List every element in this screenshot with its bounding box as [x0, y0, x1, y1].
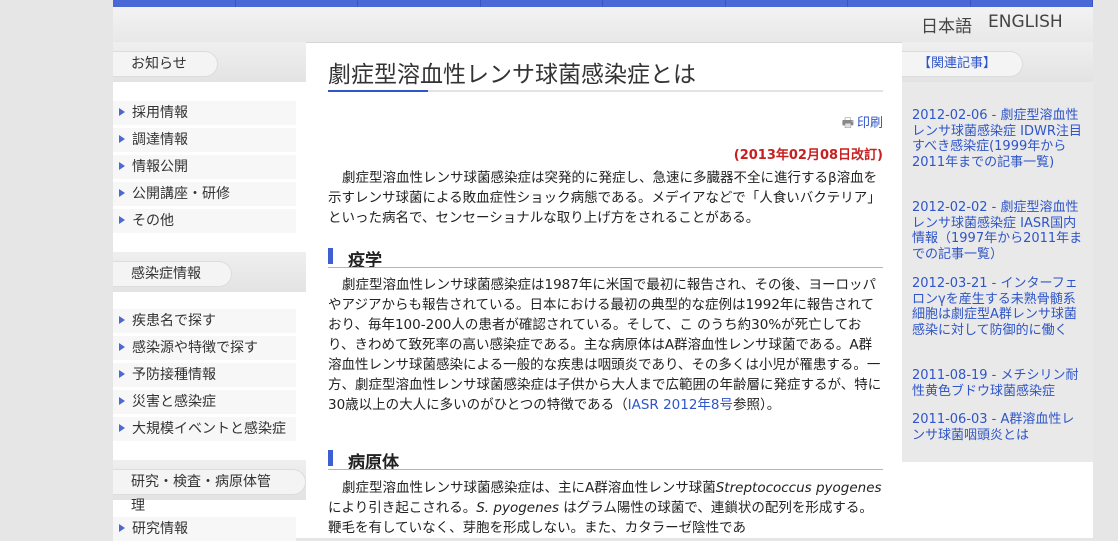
language-japanese-link[interactable]: 日本語 — [921, 12, 972, 37]
epidemiology-paragraph: 劇症型溶血性レンサ球菌感染症は1987年に米国で最初に報告され、その後、ヨーロッ… — [328, 277, 882, 413]
related-link[interactable]: 2012-02-06 - 劇症型溶血性レンサ球菌感染症 IDWR注目すべき感染症… — [912, 108, 1084, 170]
triangle-right-icon — [119, 162, 125, 170]
top-nav-bar — [113, 0, 1093, 7]
related-articles-panel: 【関連記事】 2012-02-06 - 劇症型溶血性レンサ球菌感染症 IDWR注… — [902, 42, 1093, 462]
related-link[interactable]: 2012-03-21 - インターフェロンγを産生する未熟骨髄系細胞は劇症型A群… — [912, 276, 1084, 338]
triangle-right-icon — [119, 397, 125, 405]
pathogen-paragraph: 劇症型溶血性レンサ球菌感染症は、主にA群溶血性レンサ球菌Streptococcu… — [328, 480, 882, 536]
triangle-right-icon — [119, 108, 125, 116]
title-underline — [328, 90, 883, 92]
language-bar: 日本語 ENGLISH — [113, 7, 1093, 43]
sidebar-item-disaster[interactable]: 災害と感染症 — [113, 390, 296, 414]
research-section-title: 研究・検査・病原体管理 — [113, 469, 306, 514]
language-english-link[interactable]: ENGLISH — [988, 12, 1063, 32]
main-content: 劇症型溶血性レンサ球菌感染症とは 🖶 印刷 (2013年02月08日改訂) 劇症型… — [328, 42, 883, 538]
section-heading-epidemiology: 疫学 — [328, 246, 883, 271]
sidebar-item-by-source[interactable]: 感染源や特徴で探す — [113, 336, 296, 360]
sidebar-item-other[interactable]: その他 — [113, 209, 296, 233]
triangle-right-icon — [119, 343, 125, 351]
sidebar-item-recruit[interactable]: 採用情報 — [113, 101, 296, 125]
research-section-header: 研究・検査・病原体管理 — [113, 460, 306, 514]
triangle-right-icon — [119, 370, 125, 378]
section-heading-pathogen: 病原体 — [328, 448, 883, 473]
sidebar-item-disclosure[interactable]: 情報公開 — [113, 155, 296, 179]
sidebar-item-mass-events[interactable]: 大規模イベントと感染症 — [113, 417, 296, 441]
related-header: 【関連記事】 — [902, 42, 1093, 82]
news-section-header: お知らせ — [113, 42, 306, 82]
related-title: 【関連記事】 — [902, 51, 1024, 77]
disease-section-header: 感染症情報 — [113, 252, 306, 292]
triangle-right-icon — [119, 424, 125, 432]
news-section-title: お知らせ — [113, 51, 218, 77]
sidebar-item-vaccination[interactable]: 予防接種情報 — [113, 363, 296, 387]
related-link[interactable]: 2011-08-19 - メチシリン耐性黄色ブドウ球菌感染症 — [912, 368, 1084, 399]
page-title: 劇症型溶血性レンサ球菌感染症とは — [328, 62, 696, 88]
sidebar-item-by-disease[interactable]: 疾患名で探す — [113, 309, 296, 333]
left-sidebar: お知らせ 採用情報 調達情報 情報公開 公開講座・研修 その他 感染症情報 疾患… — [113, 42, 306, 541]
iasr-link[interactable]: IASR 2012年8号 — [628, 397, 733, 413]
triangle-right-icon — [119, 189, 125, 197]
print-link[interactable]: 🖶 印刷 — [842, 112, 883, 136]
disease-section-title: 感染症情報 — [113, 261, 232, 287]
sidebar-item-procurement[interactable]: 調達情報 — [113, 128, 296, 152]
sidebar-item-research[interactable]: 研究情報 — [113, 517, 296, 541]
revised-date: (2013年02月08日改訂) — [733, 148, 883, 163]
related-link[interactable]: 2011-06-03 - A群溶血性レンサ球菌咽頭炎とは — [912, 412, 1084, 443]
triangle-right-icon — [119, 216, 125, 224]
triangle-right-icon — [119, 135, 125, 143]
printer-icon: 🖶 — [841, 116, 854, 131]
page: 日本語 ENGLISH お知らせ 採用情報 調達情報 情報公開 公開講座・研修 … — [113, 0, 1093, 541]
intro-paragraph: 劇症型溶血性レンサ球菌感染症は突発的に発症し、急速に多臓器不全に進行するβ溶血を… — [328, 170, 881, 226]
triangle-right-icon — [119, 316, 125, 324]
triangle-right-icon — [119, 524, 125, 532]
related-link[interactable]: 2012-02-02 - 劇症型溶血性レンサ球菌感染症 IASR国内情報（199… — [912, 200, 1084, 262]
sidebar-item-lectures[interactable]: 公開講座・研修 — [113, 182, 296, 206]
